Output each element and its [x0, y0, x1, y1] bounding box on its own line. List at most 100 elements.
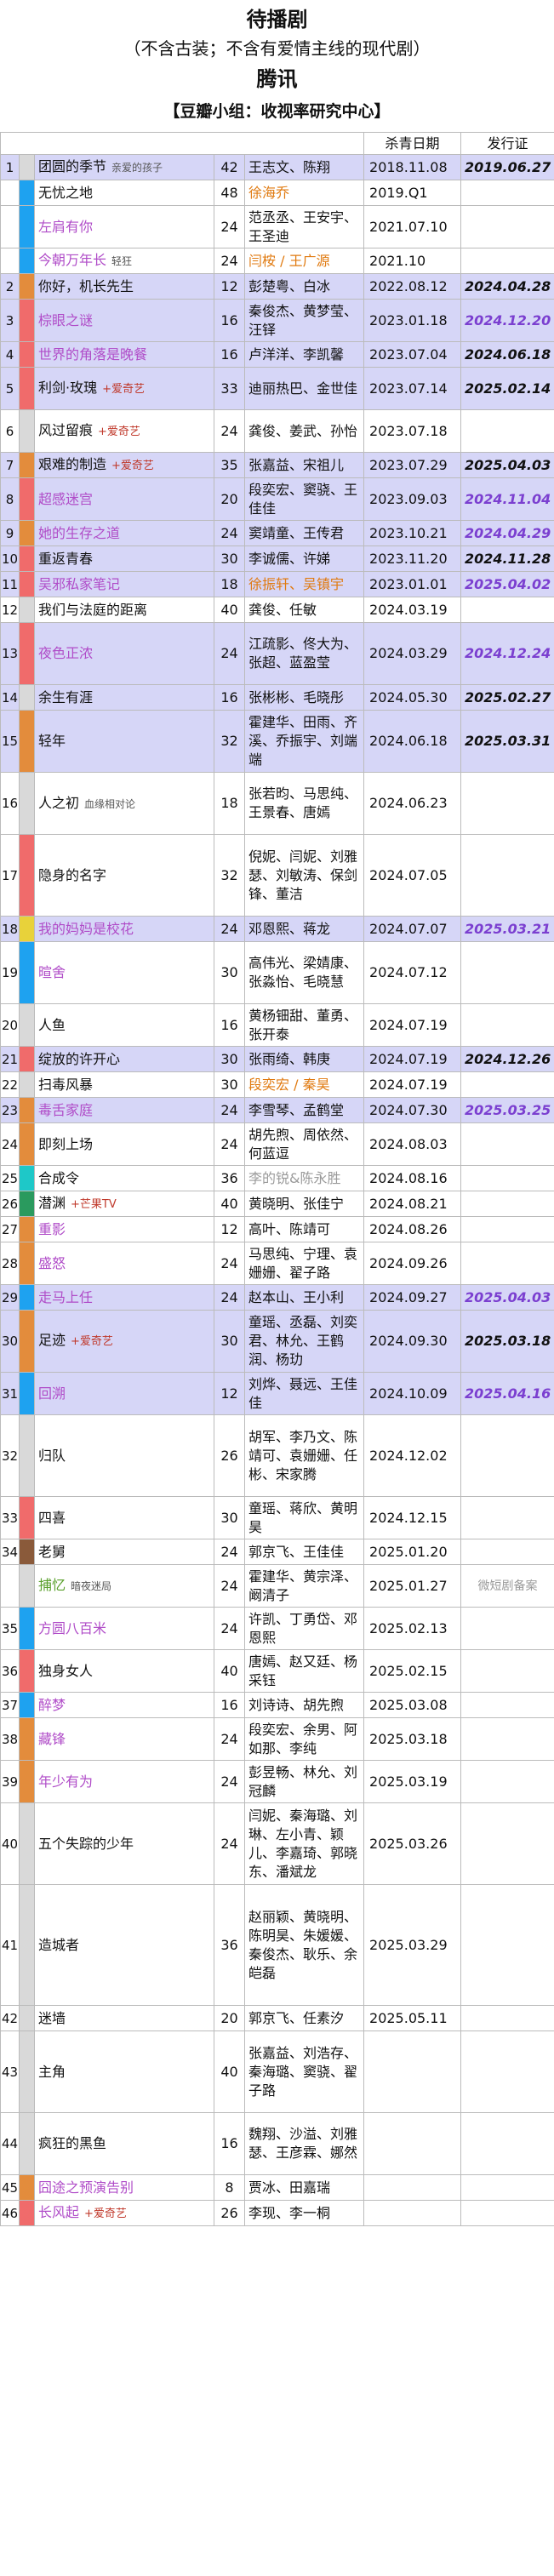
- table-row: 3 棕眼之谜 16 秦俊杰、黄梦莹、汪铎 2023.01.18 2024.12.20: [0, 299, 554, 342]
- platform-color-bar: [19, 597, 35, 623]
- row-number: 19: [0, 941, 20, 1004]
- platform-color-bar: [19, 1372, 35, 1415]
- episode-count: 26: [214, 2200, 245, 2226]
- row-number: [0, 1564, 20, 1608]
- row-number: 42: [0, 2005, 20, 2031]
- cast-list: 高伟光、梁婧康、张淼怡、毛晓慧: [243, 941, 365, 1004]
- platform-color-bar: [19, 1564, 35, 1608]
- table-row: 捕忆 暗夜迷局 24 霍建华、黄宗泽、阚清子 2025.01.27 微短剧备案: [0, 1564, 554, 1608]
- kill-date: 2024.09.26: [363, 1242, 462, 1285]
- drama-title: 风过留痕: [38, 421, 94, 438]
- row-number: 40: [0, 1802, 20, 1885]
- kill-date: 2025.03.18: [363, 1717, 462, 1761]
- table-row: 40 五个失踪的少年 24 闫妮、秦海璐、刘琳、左小青、颖儿、李嘉琦、郭晓东、潘斌龙 2…: [0, 1802, 554, 1885]
- platform-color-bar: [19, 545, 35, 572]
- drama-title-cell: 棕眼之谜: [34, 299, 214, 342]
- table-row: 43 主角 40 张嘉益、刘浩存、秦海璐、窦骁、翟子路: [0, 2031, 554, 2113]
- row-number: 9: [0, 520, 20, 546]
- license-date: [460, 1414, 554, 1497]
- kill-date: 2025.03.08: [363, 1692, 462, 1718]
- cast-list: 段奕宏 / 秦昊: [243, 1071, 365, 1098]
- license-date: [460, 205, 554, 248]
- cast-list: 马思纯、宁理、袁姗姗、翟子路: [243, 1242, 365, 1285]
- platform-color-bar: [19, 1071, 35, 1098]
- table-row: 22 扫毒风暴 30 段奕宏 / 秦昊 2024.07.19: [0, 1071, 554, 1098]
- episode-count: 24: [214, 1284, 245, 1311]
- drama-title-cell: 暄舍: [34, 941, 214, 1004]
- drama-note: +爱奇艺: [98, 425, 140, 438]
- page-subtitle: （不含古装；不含有爱情主线的现代剧）: [123, 38, 431, 59]
- platform-color-bar: [19, 2200, 35, 2226]
- license-date: 2025.03.25: [460, 1097, 554, 1123]
- drama-title: 四喜: [38, 1509, 66, 1526]
- kill-date: 2025.03.26: [363, 1802, 462, 1885]
- license-date: [460, 180, 554, 206]
- license-date: [460, 1649, 554, 1693]
- platform-color-bar: [19, 2174, 35, 2201]
- platform-color-bar: [19, 1414, 35, 1497]
- drama-title: 老舅: [38, 1543, 66, 1560]
- table-row: 25 合成令 36 李的锐&陈永胜 2024.08.16: [0, 1165, 554, 1191]
- kill-date: [363, 2174, 462, 2201]
- drama-title-cell: 独身女人: [34, 1649, 214, 1693]
- row-number: 30: [0, 1310, 20, 1373]
- kill-date: 2023.07.18: [363, 409, 462, 453]
- kill-date: 2024.12.15: [363, 1496, 462, 1539]
- row-number: 37: [0, 1692, 20, 1718]
- drama-title-cell: 利剑·玫瑰 +爱奇艺: [34, 367, 214, 410]
- platform-color-bar: [19, 452, 35, 478]
- column-header-row: 杀青日期 发行证: [0, 132, 554, 155]
- episode-count: 16: [214, 2112, 245, 2175]
- drama-title-cell: 轻年: [34, 710, 214, 773]
- episode-count: 24: [214, 1717, 245, 1761]
- drama-title-cell: 回溯: [34, 1372, 214, 1415]
- table-row: 9 她的生存之道 24 窦靖童、王传君 2023.10.21 2024.04.29: [0, 520, 554, 546]
- cast-list: 许凯、丁勇岱、邓恩熙: [243, 1607, 365, 1650]
- cast-list: 胡先煦、周依然、何蓝逗: [243, 1122, 365, 1166]
- drama-title: 造城者: [38, 1936, 80, 1953]
- table-row: 36 独身女人 40 唐嫣、赵又廷、杨采钰 2025.02.15: [0, 1649, 554, 1693]
- drama-title-cell: 捕忆 暗夜迷局: [34, 1564, 214, 1608]
- episode-count: 18: [214, 571, 245, 597]
- cast-list: 李的锐&陈永胜: [243, 1165, 365, 1191]
- drama-title: 方圆八百米: [38, 1619, 107, 1636]
- drama-title-cell: 老舅: [34, 1539, 214, 1565]
- kill-date: 2024.07.19: [363, 1046, 462, 1072]
- kill-date: 2024.09.30: [363, 1310, 462, 1373]
- license-date: 2019.06.27: [460, 154, 554, 180]
- kill-date: [363, 2200, 462, 2226]
- drama-title: 疯狂的黑鱼: [38, 2135, 107, 2151]
- platform-color-bar: [19, 520, 35, 546]
- cast-list: 徐海乔: [243, 180, 365, 206]
- platform-color-bar: [19, 1539, 35, 1565]
- table-row: 6 风过留痕 +爱奇艺 24 龚俊、姜武、孙怡 2023.07.18: [0, 409, 554, 453]
- episode-count: 48: [214, 180, 245, 206]
- drama-title-cell: 盛怒: [34, 1242, 214, 1285]
- platform-color-bar: [19, 1760, 35, 1803]
- kill-date: 2024.07.30: [363, 1097, 462, 1123]
- platform-color-bar: [19, 2005, 35, 2031]
- drama-title: 走马上任: [38, 1288, 94, 1305]
- drama-note: 血缘相对论: [84, 797, 136, 810]
- row-number: 17: [0, 834, 20, 917]
- kill-date: 2023.11.20: [363, 545, 462, 572]
- table-row: 23 毒舌家庭 24 李雪琴、孟鹤堂 2024.07.30 2025.03.25: [0, 1097, 554, 1123]
- table-row: 8 超感迷宫 20 段奕宏、窦骁、王佳佳 2023.09.03 2024.11.04: [0, 477, 554, 521]
- drama-title: 我的妈妈是校花: [38, 920, 134, 937]
- table-row: 32 归队 26 胡军、李乃文、陈靖可、袁姗姗、任彬、宋家腾 2024.12.02: [0, 1414, 554, 1497]
- kill-date: 2023.01.01: [363, 571, 462, 597]
- episode-count: 24: [214, 1760, 245, 1803]
- license-date: [460, 409, 554, 453]
- table-row: 19 暄舍 30 高伟光、梁婧康、张淼怡、毛晓慧 2024.07.12: [0, 941, 554, 1004]
- kill-date: 2024.06.23: [363, 772, 462, 835]
- kill-date: 2023.10.21: [363, 520, 462, 546]
- drama-title-cell: 长风起 +爱奇艺: [34, 2200, 214, 2226]
- license-date: [460, 1122, 554, 1166]
- row-number: 26: [0, 1191, 20, 1217]
- drama-title-cell: 藏锋: [34, 1717, 214, 1761]
- platform-color-bar: [19, 1496, 35, 1539]
- cast-list: 李诚儒、许娣: [243, 545, 365, 572]
- kill-date: 2021.07.10: [363, 205, 462, 248]
- drama-title: 左肩有你: [38, 218, 94, 235]
- drama-title: 轻年: [38, 733, 66, 749]
